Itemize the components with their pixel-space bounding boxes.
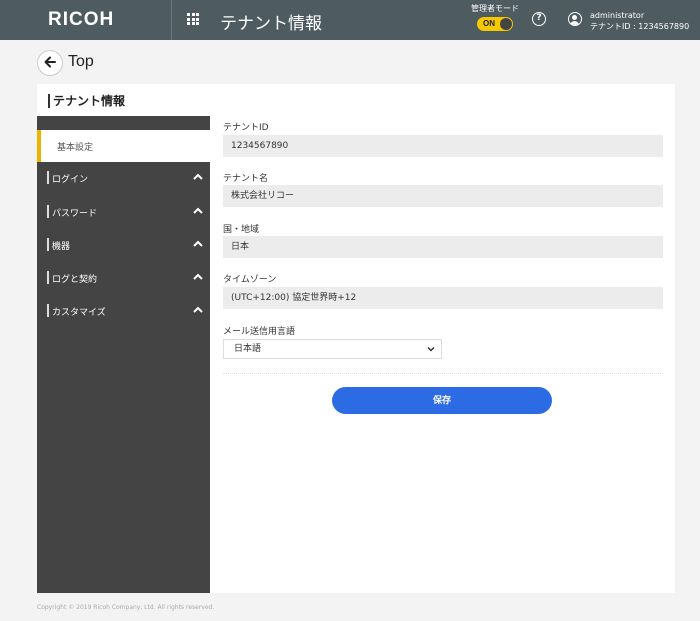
tenant-id-text: テナントID : 1234567890 (590, 22, 690, 31)
admin-mode: 管理者モード ON (470, 3, 520, 31)
sidebar-item-marker (47, 171, 49, 184)
user-info[interactable]: administrator テナントID : 1234567890 (590, 10, 689, 32)
mail-language-select[interactable]: 日本語 (223, 339, 442, 359)
region-value: 日本 (223, 236, 663, 258)
copyright: Copyright © 2019 Ricoh Company, Ltd. All… (37, 604, 215, 611)
mail-language-value: 日本語 (234, 344, 262, 354)
admin-mode-toggle[interactable]: ON (477, 17, 513, 31)
help-circle-icon[interactable]: ? (532, 12, 546, 26)
admin-mode-label: 管理者モード (471, 4, 519, 13)
sidebar-item-marker (47, 271, 49, 284)
sidebar-item-label: ログイン (52, 175, 89, 185)
sidebar-item-customize[interactable]: カスタマイズ (37, 295, 210, 327)
save-button[interactable]: 保存 (332, 387, 552, 414)
tenant-name-label: テナント名 (223, 174, 269, 184)
sidebar-item-login[interactable]: ログイン (37, 162, 210, 194)
sidebar-item-basic-settings[interactable]: 基本設定 (37, 130, 210, 162)
timezone-label: タイムゾーン (223, 275, 277, 285)
tenant-info-panel: テナント情報 基本設定 ログイン パスワード 機器 ログと契約 カスタマイズ テ… (37, 84, 675, 593)
chevron-up-icon (193, 173, 203, 180)
sidebar-item-label: カスタマイズ (52, 308, 106, 318)
sidebar-item-devices[interactable]: 機器 (37, 229, 210, 261)
panel-title: テナント情報 (48, 94, 125, 108)
app-header: RICOH テナント情報 管理者モード ON ? administrator テ… (0, 0, 700, 40)
tenant-name-value: 株式会社リコー (223, 185, 663, 207)
toggle-knob (500, 18, 512, 30)
tenant-id-value: 1234567890 (223, 135, 663, 157)
region-label: 国・地域 (223, 225, 260, 235)
sidebar-item-password[interactable]: パスワード (37, 196, 210, 228)
form-divider (223, 373, 663, 374)
back-label[interactable]: Top (68, 53, 94, 71)
sidebar: 基本設定 ログイン パスワード 機器 ログと契約 カスタマイズ (37, 116, 210, 593)
timezone-value: (UTC+12:00) 協定世界時+12 (223, 287, 663, 309)
user-name: administrator (590, 11, 645, 20)
toggle-state-label: ON (483, 19, 495, 28)
ricoh-logo[interactable]: RICOH (48, 9, 114, 31)
chevron-up-icon (193, 273, 203, 280)
sidebar-item-label: パスワード (52, 209, 98, 219)
sidebar-item-marker (47, 304, 49, 317)
sidebar-item-label: ログと契約 (52, 275, 98, 285)
mail-language-label: メール送信用言語 (223, 327, 296, 337)
apps-grid-icon[interactable] (187, 13, 199, 25)
header-title: テナント情報 (220, 14, 322, 34)
back-button[interactable] (37, 50, 63, 76)
sidebar-item-marker (47, 205, 49, 218)
sidebar-item-label: 機器 (52, 242, 71, 252)
tenant-id-label: テナントID (223, 123, 269, 133)
chevron-up-icon (193, 207, 203, 214)
sidebar-item-logs-contracts[interactable]: ログと契約 (37, 262, 210, 294)
chevron-up-icon (193, 240, 203, 247)
chevron-down-icon (427, 346, 435, 352)
sidebar-item-label: 基本設定 (57, 143, 94, 153)
user-account-icon[interactable] (568, 12, 582, 26)
chevron-up-icon (193, 306, 203, 313)
arrow-left-icon (43, 55, 57, 72)
header-divider (171, 0, 172, 40)
sidebar-item-marker (47, 238, 49, 251)
